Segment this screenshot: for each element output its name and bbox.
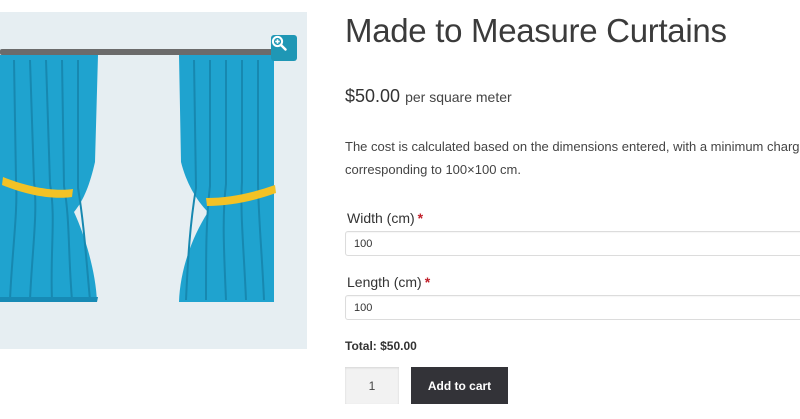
width-input[interactable]	[345, 231, 800, 256]
description-line: The cost is calculated based on the dime…	[345, 139, 800, 154]
product-image[interactable]	[0, 12, 307, 349]
zoom-button[interactable]	[271, 35, 297, 61]
length-label-text: Length (cm)	[347, 274, 422, 290]
zoom-in-icon	[271, 35, 287, 51]
product-page: Made to Measure Curtains $50.00 per squa…	[0, 0, 800, 419]
required-mark: *	[417, 210, 424, 226]
width-label-text: Width (cm)	[347, 210, 415, 226]
length-label: Length (cm) *	[347, 274, 430, 290]
width-label: Width (cm) *	[347, 210, 423, 226]
product-title: Made to Measure Curtains	[345, 12, 727, 49]
price-amount: $50.00	[345, 86, 401, 106]
description-line: corresponding to 100×100 cm.	[345, 162, 521, 177]
curtains-illustration	[0, 47, 288, 302]
required-mark: *	[424, 274, 431, 290]
price-unit: per square meter	[405, 89, 512, 105]
length-input[interactable]	[345, 295, 800, 320]
product-description: The cost is calculated based on the dime…	[345, 135, 800, 181]
add-to-cart-button[interactable]: Add to cart	[411, 367, 508, 404]
product-price: $50.00 per square meter	[345, 86, 512, 107]
quantity-input[interactable]	[345, 367, 399, 404]
total-price: Total: $50.00	[345, 339, 417, 353]
